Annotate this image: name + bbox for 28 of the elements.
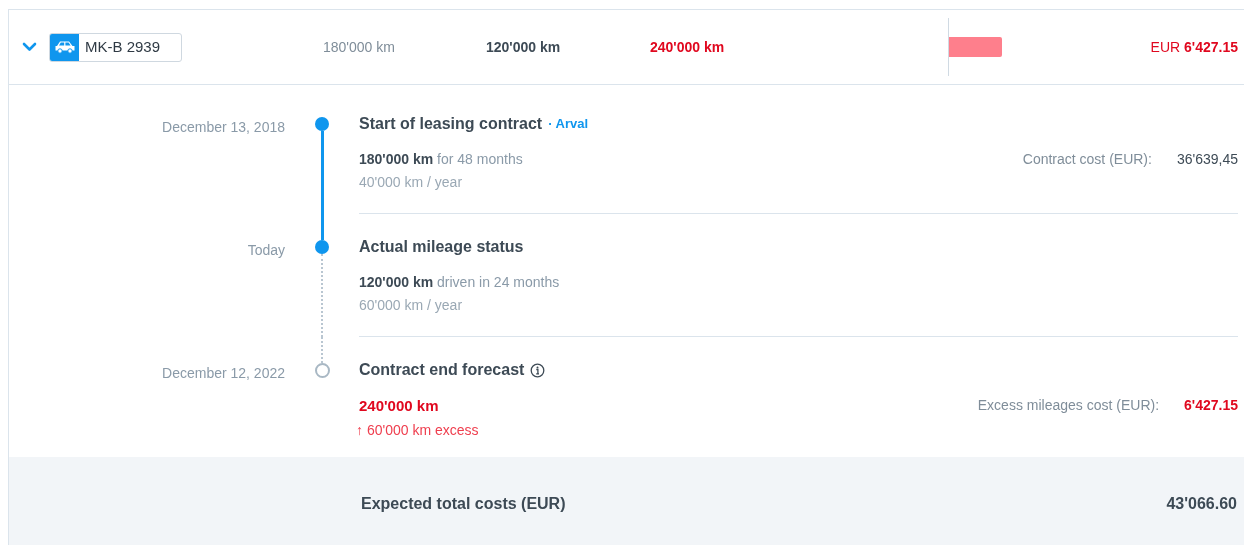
timeline-date: Today — [247, 242, 285, 258]
actual-mileage: 120'000 km — [486, 37, 562, 57]
mileage-rate: 60'000 km / year — [359, 296, 464, 315]
event-title: Start of leasing contract — [359, 114, 543, 134]
chevron-down-icon[interactable] — [22, 42, 37, 52]
mileage-detail: 240'000 km — [359, 396, 440, 416]
total-value: 43'066.60 — [1166, 493, 1237, 514]
timeline-date: December 13, 2018 — [162, 119, 285, 135]
cost-label: Excess mileages cost (EUR): — [977, 396, 1160, 415]
cost-value: 36'639,45 — [1176, 150, 1238, 169]
provider-link[interactable]: · Arval — [548, 114, 589, 134]
info-icon[interactable] — [530, 362, 546, 378]
timeline-date: December 12, 2022 — [162, 365, 285, 381]
mileage-rate: 40'000 km / year — [359, 173, 464, 192]
mileage-detail: 120'000 km driven in 24 months — [359, 273, 560, 292]
event-title: Actual mileage status — [359, 237, 524, 257]
forecast-mileage: 240'000 km — [650, 37, 726, 57]
excess-mileage: ↑ 60'000 km excess — [356, 420, 479, 440]
excess-bar — [949, 37, 1002, 57]
cost-label: Contract cost (EUR): — [1022, 150, 1152, 169]
event-title: Contract end forecast — [359, 360, 525, 380]
plate-number: MK-B 2939 — [84, 36, 162, 57]
cost-value: 6'427.15 — [1184, 396, 1238, 415]
excess-cost: EUR 6'427.15 — [1150, 37, 1239, 57]
car-icon — [53, 40, 76, 54]
total-label: Expected total costs (EUR) — [361, 493, 566, 514]
mileage-detail: 180'000 km for 48 months — [359, 150, 523, 169]
contract-mileage: 180'000 km — [323, 37, 396, 57]
